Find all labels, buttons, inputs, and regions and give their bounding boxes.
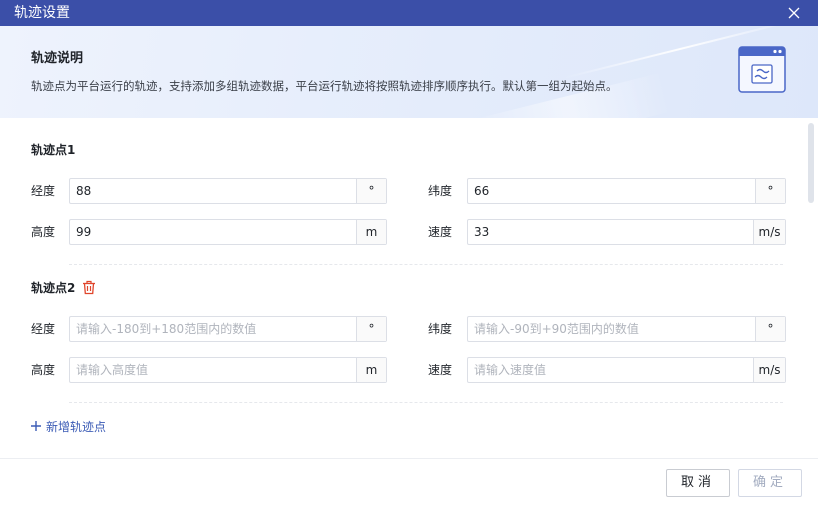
point-1-latitude-input[interactable]: 66 °	[467, 178, 786, 204]
point-2-longitude-placeholder[interactable]: 请输入-180到+180范围内的数值	[70, 317, 356, 341]
latitude-unit: °	[755, 179, 785, 203]
footer-divider	[0, 458, 818, 459]
close-icon[interactable]	[786, 5, 802, 21]
point-1-altitude-input[interactable]: 99 m	[69, 219, 387, 245]
trash-icon[interactable]	[82, 280, 96, 295]
latitude-unit: °	[755, 317, 785, 341]
point-2-longitude-label: 经度	[31, 322, 56, 336]
point-1-longitude-value[interactable]: 88	[70, 179, 356, 203]
point-2-altitude-label: 高度	[31, 363, 56, 377]
banner-title: 轨迹说明	[31, 51, 84, 66]
altitude-unit: m	[356, 358, 386, 382]
point-2-altitude-placeholder[interactable]: 请输入高度值	[70, 358, 356, 382]
point-1-longitude-input[interactable]: 88 °	[69, 178, 387, 204]
plus-icon	[31, 421, 41, 431]
point-2-latitude-label: 纬度	[428, 322, 453, 336]
document-route-icon	[738, 46, 786, 93]
cancel-button[interactable]: 取消	[666, 469, 730, 497]
info-banner: 轨迹说明 轨迹点为平台运行的轨迹，支持添加多组轨迹数据，平台运行轨迹将按照轨迹排…	[0, 26, 818, 118]
confirm-button[interactable]: 确定	[738, 469, 802, 497]
altitude-unit: m	[356, 220, 386, 244]
banner-description: 轨迹点为平台运行的轨迹，支持添加多组轨迹数据，平台运行轨迹将按照轨迹排序顺序执行…	[31, 79, 618, 93]
point-2-latitude-placeholder[interactable]: 请输入-90到+90范围内的数值	[468, 317, 755, 341]
point-1-speed-input[interactable]: 33 m/s	[467, 219, 786, 245]
dialog-title: 轨迹设置	[14, 5, 70, 21]
section-divider	[69, 402, 783, 403]
longitude-unit: °	[356, 317, 386, 341]
point-2-latitude-input[interactable]: 请输入-90到+90范围内的数值 °	[467, 316, 786, 342]
section-divider	[69, 264, 783, 265]
point-1-title: 轨迹点1	[31, 143, 76, 157]
point-1-latitude-value[interactable]: 66	[468, 179, 755, 203]
add-point-button[interactable]: 新增轨迹点	[30, 418, 106, 434]
point-1-speed-value[interactable]: 33	[468, 220, 753, 244]
point-1-speed-label: 速度	[428, 225, 453, 239]
point-2-title: 轨迹点2	[31, 281, 76, 295]
speed-unit: m/s	[753, 358, 785, 382]
point-1-latitude-label: 纬度	[428, 184, 453, 198]
add-point-label: 新增轨迹点	[46, 419, 107, 434]
point-1-altitude-value[interactable]: 99	[70, 220, 356, 244]
point-2-speed-placeholder[interactable]: 请输入速度值	[468, 358, 753, 382]
point-1-altitude-label: 高度	[31, 225, 56, 239]
dialog-titlebar: 轨迹设置	[0, 0, 818, 26]
point-2-altitude-input[interactable]: 请输入高度值 m	[69, 357, 387, 383]
point-2-speed-label: 速度	[428, 363, 453, 377]
point-1-longitude-label: 经度	[31, 184, 56, 198]
scrollbar-thumb[interactable]	[808, 123, 814, 203]
speed-unit: m/s	[753, 220, 785, 244]
point-2-speed-input[interactable]: 请输入速度值 m/s	[467, 357, 786, 383]
longitude-unit: °	[356, 179, 386, 203]
point-2-longitude-input[interactable]: 请输入-180到+180范围内的数值 °	[69, 316, 387, 342]
